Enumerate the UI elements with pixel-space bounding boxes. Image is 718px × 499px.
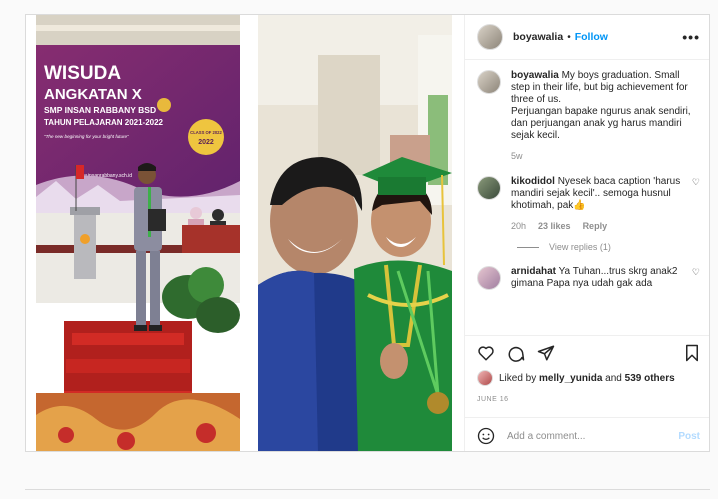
banner-line3: SMP INSAN RABBANY BSD xyxy=(44,105,156,115)
like-comment-heart-icon[interactable]: ♡ xyxy=(692,176,700,232)
badge-text: CLASS OF 2022 xyxy=(190,130,222,135)
action-bar xyxy=(477,336,700,370)
actions-section: Liked by melly_yunida and 539 others JUN… xyxy=(465,335,709,403)
caption: boyawalia My boys graduation. Small step… xyxy=(477,70,700,162)
post-date[interactable]: JUNE 16 xyxy=(477,396,700,403)
post-media[interactable]: WISUDA ANGKATAN X SMP INSAN RABBANY BSD … xyxy=(36,15,464,451)
banner-line2: ANGKATAN X xyxy=(44,86,142,103)
likes-summary: Liked by melly_yunida and 539 others xyxy=(477,370,700,386)
caption-username[interactable]: boyawalia xyxy=(511,70,559,81)
comment-input[interactable] xyxy=(505,429,679,443)
share-send-icon[interactable] xyxy=(537,344,555,362)
liker-avatar[interactable] xyxy=(477,370,493,386)
caption-time: 5w xyxy=(511,151,523,161)
banner-tagline: "The new beginning for your bright futur… xyxy=(44,134,129,139)
like-heart-icon[interactable] xyxy=(477,344,495,362)
comment-bubble-icon[interactable] xyxy=(507,344,525,362)
separator-dot: • xyxy=(567,31,571,43)
caption-text-2: Perjuangan bapake ngurus anak sendiri, d… xyxy=(511,106,691,141)
more-options-icon[interactable]: ••• xyxy=(682,29,700,45)
commenter-avatar[interactable] xyxy=(477,176,501,200)
likes-and: and xyxy=(605,372,622,384)
post-comment-button[interactable]: Post xyxy=(678,431,700,442)
liked-by-prefix: Liked by xyxy=(499,372,537,384)
banner-line1: WISUDA xyxy=(44,63,121,84)
photo-selfie xyxy=(258,15,452,451)
svg-text:2022: 2022 xyxy=(198,139,214,146)
comment-username[interactable]: arnidahat xyxy=(511,266,556,277)
instagram-post: WISUDA ANGKATAN X SMP INSAN RABBANY BSD … xyxy=(25,14,710,452)
follow-button[interactable]: Follow xyxy=(575,31,608,43)
liked-by-user[interactable]: melly_yunida xyxy=(539,373,602,384)
likes-others[interactable]: 539 others xyxy=(625,373,675,384)
author-avatar[interactable] xyxy=(477,24,503,50)
page-divider xyxy=(25,489,710,490)
author-username[interactable]: boyawalia xyxy=(513,31,563,43)
comment-time: 20h xyxy=(511,221,527,231)
like-comment-heart-icon[interactable]: ♡ xyxy=(692,266,700,290)
photo-graduation-stage: WISUDA ANGKATAN X SMP INSAN RABBANY BSD … xyxy=(36,15,240,451)
reply-button[interactable]: Reply xyxy=(583,220,608,232)
comment-likes[interactable]: 23 likes xyxy=(538,220,571,232)
comments-list[interactable]: boyawalia My boys graduation. Small step… xyxy=(465,60,709,335)
view-replies[interactable]: View replies (1) xyxy=(517,242,700,252)
post-header: boyawalia • Follow ••• xyxy=(465,15,709,60)
commenter-avatar[interactable] xyxy=(477,266,501,290)
save-bookmark-icon[interactable] xyxy=(684,344,700,362)
post-sidebar: boyawalia • Follow ••• boyawalia My boys… xyxy=(464,15,709,451)
emoji-icon[interactable] xyxy=(477,427,495,445)
comment-username[interactable]: kikodidol xyxy=(511,176,555,187)
add-comment-bar: Post xyxy=(465,417,709,451)
comment-item: kikodidol Nyesek baca caption 'harus man… xyxy=(477,176,700,232)
banner-line4: TAHUN PELAJARAN 2021-2022 xyxy=(44,118,164,127)
comment-item: arnidahat Ya Tuhan...trus skrg anak2 gim… xyxy=(477,266,700,290)
caption-avatar[interactable] xyxy=(477,70,501,94)
